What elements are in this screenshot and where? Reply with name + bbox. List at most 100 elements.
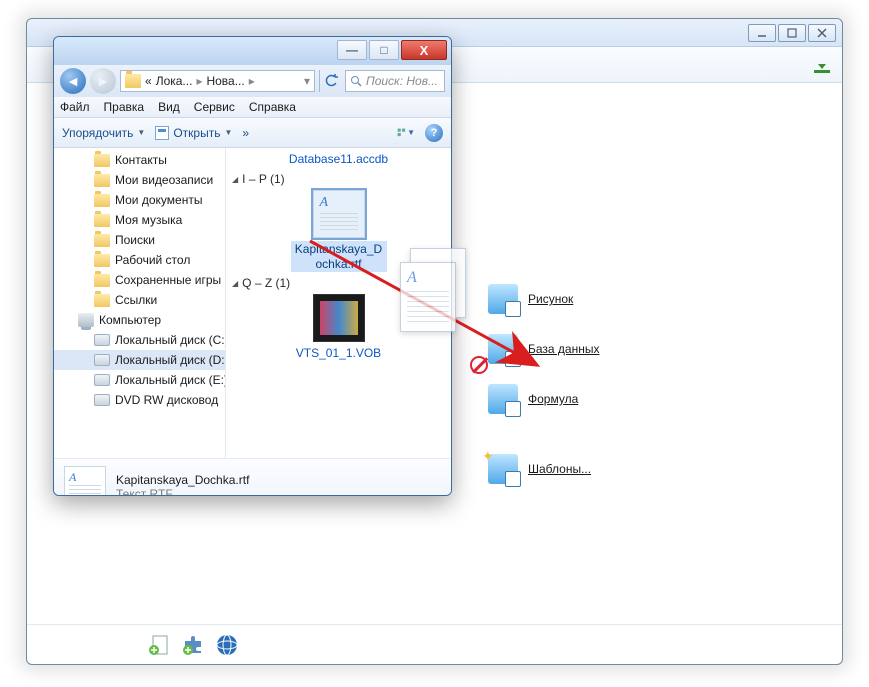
menu-view[interactable]: Вид <box>158 100 180 114</box>
tree-item[interactable]: Локальный диск (D:) <box>54 350 225 370</box>
tree-item-label: Мои видеозаписи <box>115 173 213 187</box>
launcher-minimize-button[interactable] <box>748 24 776 42</box>
video-thumb-icon <box>313 294 365 342</box>
drag-ghost <box>400 248 472 334</box>
tree-item[interactable]: Моя музыка <box>54 210 225 230</box>
organize-button[interactable]: Упорядочить ▼ <box>62 126 145 140</box>
view-mode-button[interactable]: ▼ <box>397 124 415 142</box>
file-name: Kapitanskaya_Dochka.rtf <box>291 241 387 272</box>
tree-item[interactable]: Рабочий стол <box>54 250 225 270</box>
launch-item-formula[interactable]: Формула <box>488 384 578 414</box>
explorer-nav-row: ◄ ► « Лока... ▸ Нова... ▸ ▾ Поиск: Нов..… <box>54 65 451 97</box>
launcher-maximize-button[interactable] <box>778 24 806 42</box>
breadcrumb-prefix: « <box>145 74 152 88</box>
help-button[interactable]: ? <box>425 124 443 142</box>
download-icon[interactable] <box>812 56 832 74</box>
menu-help[interactable]: Справка <box>249 100 296 114</box>
file-label[interactable]: Database11.accdb <box>232 152 445 166</box>
refresh-button[interactable] <box>319 70 341 92</box>
tree-item[interactable]: Компьютер <box>54 310 225 330</box>
open-button[interactable]: Открыть▼ <box>155 126 232 140</box>
maximize-glyph: □ <box>380 43 387 57</box>
launch-item-database[interactable]: База данных <box>488 334 599 364</box>
search-placeholder: Поиск: Нов... <box>366 74 438 88</box>
details-thumb-icon <box>64 466 106 497</box>
launcher-close-button[interactable] <box>808 24 836 42</box>
minimize-glyph: — <box>346 43 358 57</box>
launch-item-templates[interactable]: Шаблоны... <box>488 454 591 484</box>
breadcrumb-segment[interactable]: Лока... <box>156 74 193 88</box>
explorer-window: — □ X ◄ ► « Лока... ▸ Нова... ▸ ▾ Поиск:… <box>53 36 452 496</box>
search-input[interactable]: Поиск: Нов... <box>345 70 445 92</box>
tree-item[interactable]: Ссылки <box>54 290 225 310</box>
explorer-menubar: Файл Правка Вид Сервис Справка <box>54 97 451 118</box>
details-filetype: Текст RTF <box>116 487 249 497</box>
tree-item[interactable]: DVD RW дисковод <box>54 390 225 410</box>
templates-icon <box>488 454 518 484</box>
folder-tree[interactable]: Контакты Мои видеозаписи Мои документы Моя … <box>54 148 226 458</box>
globe-icon[interactable] <box>215 633 239 657</box>
tree-item-label: Контакты <box>115 153 167 167</box>
tree-item[interactable]: Мои документы <box>54 190 225 210</box>
disk-icon <box>94 334 110 346</box>
tree-item[interactable]: Мои видеозаписи <box>54 170 225 190</box>
toolbar-extra-button[interactable]: » <box>242 126 249 140</box>
maximize-button[interactable]: □ <box>369 40 399 60</box>
folder-icon <box>94 274 110 287</box>
folder-icon <box>94 254 110 267</box>
folder-icon <box>94 294 110 307</box>
database-icon <box>488 334 518 364</box>
back-button[interactable]: ◄ <box>60 68 86 94</box>
explorer-body: Контакты Мои видеозаписи Мои документы Моя … <box>54 148 451 458</box>
tree-item-label: Ссылки <box>115 293 157 307</box>
extension-icon[interactable] <box>181 633 205 657</box>
disk-icon <box>94 394 110 406</box>
details-filename: Kapitanskaya_Dochka.rtf <box>116 473 249 487</box>
open-icon <box>155 126 169 140</box>
launch-label: База данных <box>528 342 599 356</box>
breadcrumb-separator: ▸ <box>249 74 255 88</box>
forward-button[interactable]: ► <box>90 68 116 94</box>
disk-icon <box>94 374 110 386</box>
minimize-button[interactable]: — <box>337 40 367 60</box>
add-document-icon[interactable] <box>147 633 171 657</box>
disk-icon <box>94 354 110 366</box>
folder-icon <box>94 174 110 187</box>
chevron-down-icon: ▼ <box>224 128 232 137</box>
explorer-toolbar: Упорядочить ▼ Открыть▼ » ▼ ? <box>54 118 451 148</box>
tree-item[interactable]: Сохраненные игры <box>54 270 225 290</box>
address-bar[interactable]: « Лока... ▸ Нова... ▸ ▾ <box>120 70 315 92</box>
folder-icon <box>125 74 141 88</box>
tree-item-label: DVD RW дисковод <box>115 393 218 407</box>
search-icon <box>350 75 362 87</box>
tree-item[interactable]: Локальный диск (E:) <box>54 370 225 390</box>
tree-item-label: Локальный диск (D:) <box>115 353 226 367</box>
explorer-titlebar[interactable]: — □ X <box>54 37 451 65</box>
menu-file[interactable]: Файл <box>60 100 90 114</box>
tree-item-label: Моя музыка <box>115 213 182 227</box>
no-drop-icon <box>470 356 488 374</box>
drawing-icon <box>488 284 518 314</box>
launcher-footer <box>27 624 842 664</box>
tree-item[interactable]: Поиски <box>54 230 225 250</box>
file-tile-selected[interactable]: Kapitanskaya_Dochka.rtf <box>291 190 387 272</box>
close-button[interactable]: X <box>401 40 447 60</box>
menu-edit[interactable]: Правка <box>104 100 145 114</box>
tree-item[interactable]: Контакты <box>54 150 225 170</box>
folder-icon <box>94 214 110 227</box>
file-tile[interactable]: VTS_01_1.VOB <box>291 294 387 361</box>
tree-item[interactable]: Локальный диск (C:) <box>54 330 225 350</box>
tree-item-label: Поиски <box>115 233 155 247</box>
dropdown-icon[interactable]: ▾ <box>304 74 310 88</box>
breadcrumb-segment[interactable]: Нова... <box>206 74 244 88</box>
organize-label: Упорядочить <box>62 126 133 140</box>
chevron-down-icon: ▼ <box>137 128 145 137</box>
menu-service[interactable]: Сервис <box>194 100 235 114</box>
tree-item-label: Мои документы <box>115 193 202 207</box>
tree-item-label: Локальный диск (E:) <box>115 373 226 387</box>
tree-item-label: Рабочий стол <box>115 253 190 267</box>
details-pane: Kapitanskaya_Dochka.rtf Текст RTF <box>54 458 451 496</box>
group-header[interactable]: I – P (1) <box>232 172 445 186</box>
launch-item-drawing[interactable]: Рисунок <box>488 284 573 314</box>
tree-item-label: Локальный диск (C:) <box>115 333 226 347</box>
